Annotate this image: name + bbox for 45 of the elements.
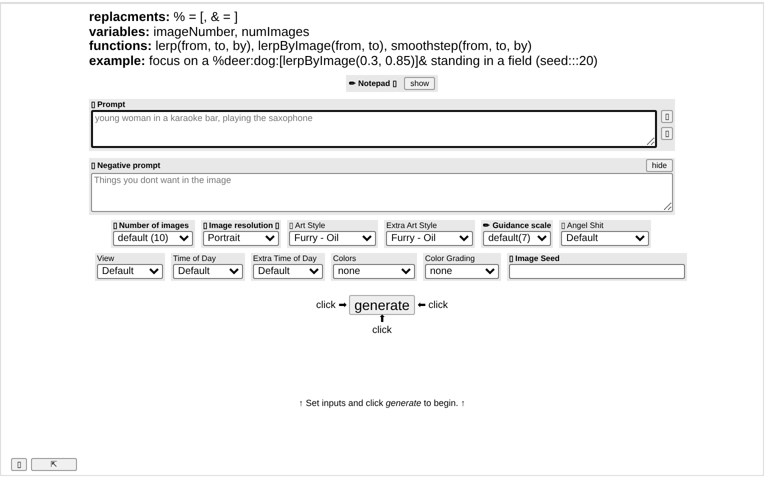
prompt-side-button[interactable]: ▯ xyxy=(661,110,673,123)
seed-input-field[interactable] xyxy=(509,264,685,279)
option-dropdown[interactable]: Default xyxy=(253,264,323,279)
option-dropdown[interactable]: Default xyxy=(561,231,650,246)
option-label: Color Grading xyxy=(425,254,476,264)
notepad-label: ✏ Notepad ▯ xyxy=(348,79,396,88)
help-text: example: focus on a %deer:dog:[lerpByImage(0.3, 0.85)]& standing in a field (seed:::20) xyxy=(89,54,599,68)
negative-prompt-label: ▯ Negative prompt xyxy=(91,161,160,170)
status-text: ↑ Set inputs and click generate to begin. ↑ xyxy=(298,398,466,408)
generate-button[interactable]: generate xyxy=(349,295,415,315)
arrow-hint: ⬆ xyxy=(378,315,386,325)
corner-button[interactable]: ▯ xyxy=(11,458,27,471)
option-label: ▯ Art Style xyxy=(289,221,326,231)
prompt-label: ▯ Prompt xyxy=(91,100,126,109)
help-text: functions: lerp(from, to, by), lerpByImage(from, to), smoothstep(from, to, by) xyxy=(89,39,533,54)
option-label: ▯ Number of images xyxy=(112,221,190,231)
option-dropdown[interactable]: Default xyxy=(97,264,163,279)
option-label: Extra Art Style xyxy=(386,221,438,231)
option-dropdown[interactable]: default(7) xyxy=(483,231,552,246)
option-dropdown[interactable]: Furry - Oil xyxy=(289,231,376,246)
option-dropdown[interactable]: none xyxy=(333,264,415,279)
option-dropdown[interactable]: Default xyxy=(173,264,243,279)
click-hint: click xyxy=(372,325,392,336)
prompt-side-button[interactable]: ▯ xyxy=(661,127,673,140)
option-dropdown[interactable]: Portrait xyxy=(202,231,279,246)
option-dropdown[interactable]: none xyxy=(425,264,499,279)
option-label: View xyxy=(97,254,116,264)
option-label: Time of Day xyxy=(173,254,217,264)
option-label: ✏ Guidance scale xyxy=(483,221,552,231)
help-text: variables: imageNumber, numImages xyxy=(89,24,310,39)
show-button[interactable]: show xyxy=(404,77,436,90)
option-label: Extra Time of Day xyxy=(253,254,318,264)
option-label: ▯ Image Seed xyxy=(509,254,561,264)
option-label: Colors xyxy=(333,254,358,264)
option-label: ▯ Angel Shit xyxy=(561,221,604,231)
negative-prompt-field[interactable]: Things you dont want in the image xyxy=(91,173,673,212)
help-text: replacments: % = [, & = ] xyxy=(89,10,239,24)
click-hint: ⬅ click xyxy=(418,300,448,310)
option-label: ▯ Image resolution ▯ xyxy=(202,221,280,231)
option-dropdown[interactable]: Furry - Oil xyxy=(386,231,474,246)
click-hint: click ➡ xyxy=(316,300,346,310)
hide-button[interactable]: hide xyxy=(646,159,673,172)
prompt-field[interactable]: young woman in a karaoke bar, playing the saxophone xyxy=(91,110,657,148)
corner-button[interactable]: ⇱ xyxy=(31,458,77,471)
option-dropdown[interactable]: default (10) xyxy=(112,231,193,246)
